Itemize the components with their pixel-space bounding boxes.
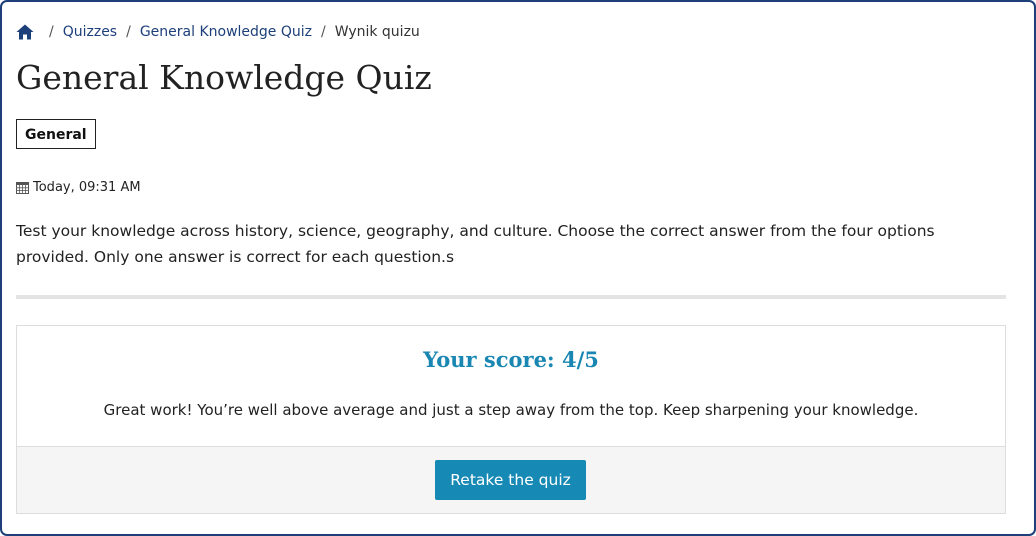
quiz-date: Today, 09:31 AM: [33, 180, 141, 195]
breadcrumb-link-quiz[interactable]: General Knowledge Quiz: [140, 24, 312, 40]
divider: [16, 295, 1006, 299]
result-card-footer: Retake the quiz: [17, 446, 1005, 513]
breadcrumb-current: Wynik quizu: [334, 24, 420, 40]
date-row: Today, 09:31 AM: [16, 180, 141, 195]
home-link[interactable]: [16, 24, 40, 40]
breadcrumb-link-quizzes[interactable]: Quizzes: [63, 24, 117, 40]
breadcrumb-separator: /: [49, 24, 54, 40]
calendar-icon: [16, 181, 29, 194]
retake-quiz-button[interactable]: Retake the quiz: [435, 460, 586, 500]
page-frame: / Quizzes / General Knowledge Quiz / Wyn…: [0, 0, 1036, 536]
page-title: General Knowledge Quiz: [16, 58, 432, 97]
category-badge: General: [16, 119, 96, 149]
quiz-description: Test your knowledge across history, scie…: [16, 222, 935, 266]
breadcrumb-separator: /: [321, 24, 326, 40]
score-title: Your score: 4/5: [423, 347, 599, 372]
score-message: Great work! You’re well above average an…: [103, 401, 919, 419]
home-icon: [16, 24, 34, 40]
result-card: Your score: 4/5 Great work! You’re well …: [16, 325, 1006, 514]
breadcrumb: / Quizzes / General Knowledge Quiz / Wyn…: [16, 21, 420, 43]
breadcrumb-separator: /: [126, 24, 131, 40]
